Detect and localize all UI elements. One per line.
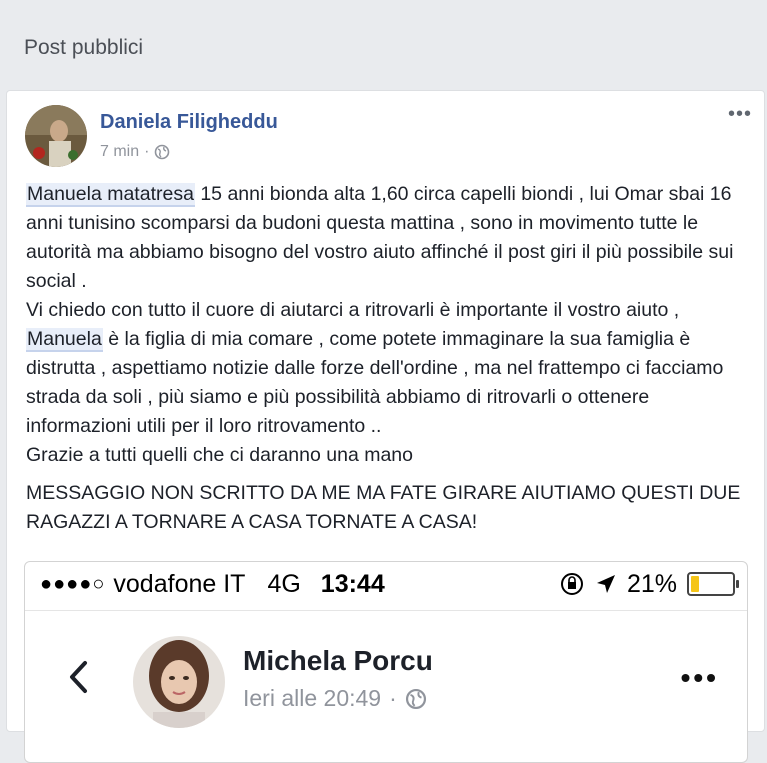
phone-status-bar: ●●●●○ vodafone IT 4G 13:44 21% bbox=[40, 569, 739, 599]
battery-percent: 21% bbox=[626, 569, 677, 598]
section-title: Post pubblici bbox=[24, 36, 144, 59]
author-avatar[interactable] bbox=[25, 105, 87, 167]
meta-separator: · bbox=[389, 685, 397, 711]
post-time[interactable]: 7 min bbox=[100, 143, 139, 161]
paragraph-text: è la figlia di mia comare , come potete … bbox=[26, 328, 724, 437]
more-options-button[interactable]: ••• bbox=[728, 104, 752, 124]
battery-fill bbox=[691, 576, 699, 592]
attached-screenshot[interactable]: ●●●●○ vodafone IT 4G 13:44 21% Michela P… bbox=[24, 561, 748, 763]
post-paragraph: Vi chiedo con tutto il cuore di aiutarci… bbox=[26, 296, 751, 441]
post-body: Manuela matatresa 15 anni bionda alta 1,… bbox=[26, 180, 751, 537]
more-options-icon: ••• bbox=[680, 662, 719, 693]
meta-separator: · bbox=[144, 143, 150, 160]
network-type: 4G bbox=[267, 569, 301, 598]
chevron-left-icon[interactable] bbox=[67, 660, 89, 694]
battery-icon bbox=[687, 572, 739, 596]
post-paragraph: Grazie a tutti quelli che ci daranno una… bbox=[26, 444, 413, 466]
post-paragraph-caps: MESSAGGIO NON SCRITTO DA ME MA FATE GIRA… bbox=[26, 482, 741, 533]
tagged-person-link[interactable]: Manuela bbox=[26, 328, 103, 352]
post-card: Daniela Filigheddu 7 min · ••• Manuela m… bbox=[6, 90, 765, 763]
author-name[interactable]: Daniela Filigheddu bbox=[100, 111, 278, 134]
rotation-lock-icon bbox=[560, 573, 583, 595]
globe-icon bbox=[405, 688, 426, 709]
screenshot-timestamp: Ieri alle 20:49 bbox=[243, 685, 382, 711]
post-meta: 7 min · bbox=[100, 143, 170, 161]
paragraph-text: Vi chiedo con tutto il cuore di aiutarci… bbox=[26, 299, 680, 321]
post-paragraph: Manuela matatresa 15 anni bionda alta 1,… bbox=[26, 180, 751, 296]
signal-icon: ●●●●○ bbox=[40, 572, 106, 595]
screenshot-avatar bbox=[133, 636, 225, 728]
location-arrow-icon bbox=[596, 575, 615, 593]
screenshot-author-name: Michela Porcu bbox=[243, 645, 433, 676]
tagged-person-link[interactable]: Manuela matatresa bbox=[26, 183, 195, 207]
carrier-name: vodafone IT bbox=[113, 569, 246, 598]
status-time: 13:44 bbox=[320, 569, 385, 598]
status-right: 21% bbox=[559, 569, 739, 599]
globe-icon[interactable] bbox=[154, 144, 170, 160]
screenshot-meta: Ieri alle 20:49 · bbox=[243, 685, 427, 712]
